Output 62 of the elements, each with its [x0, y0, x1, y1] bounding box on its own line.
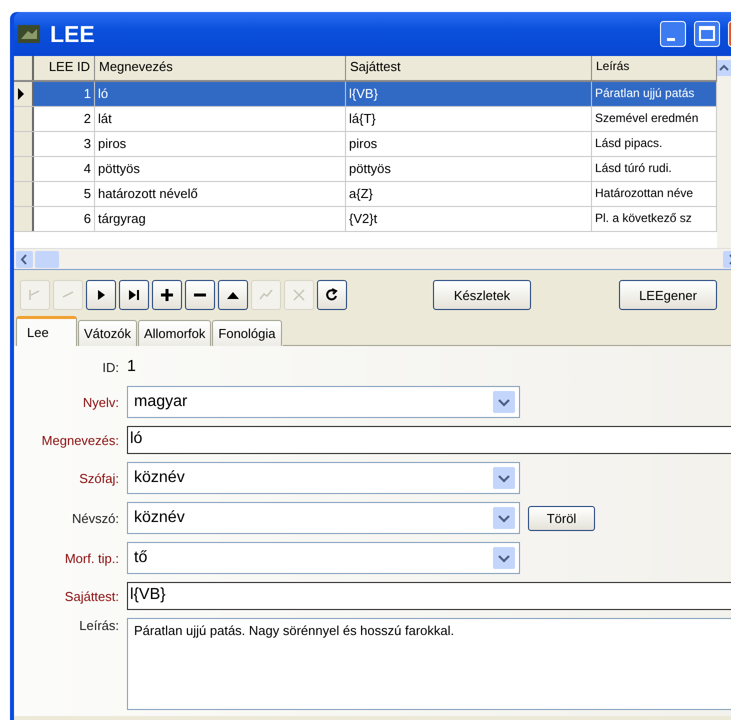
- minimize-icon[interactable]: [660, 21, 686, 47]
- table-cell: lát: [95, 107, 346, 131]
- field-label: Szófaj:: [78, 470, 119, 486]
- window-title: LEE: [50, 20, 95, 48]
- table-cell: piros: [346, 132, 592, 156]
- row-selector[interactable]: [14, 82, 34, 106]
- table-cell: lá{T}: [346, 107, 592, 131]
- dropdown-field[interactable]: köznév: [127, 462, 520, 494]
- table-cell: 6: [34, 207, 95, 231]
- dropdown-field[interactable]: tő: [127, 542, 520, 574]
- keszletek-button[interactable]: Készletek: [433, 280, 531, 310]
- field-label: Névszó:: [71, 510, 119, 526]
- scroll-up-icon[interactable]: [717, 60, 731, 76]
- app-icon: [18, 25, 40, 43]
- table-cell: pöttyös: [346, 157, 592, 181]
- table-cell: {V2}t: [346, 207, 592, 231]
- dropdown-field[interactable]: magyar: [127, 386, 520, 418]
- text-area[interactable]: Páratlan ujjú patás. Nagy sörénnyel és hosszú farokkal.: [127, 618, 731, 710]
- scroll-thumb[interactable]: [35, 250, 59, 268]
- plus-icon: [160, 288, 174, 302]
- dropdown-field[interactable]: köznév: [127, 502, 520, 534]
- tab[interactable]: Vátozók: [78, 320, 137, 346]
- table-cell: piros: [95, 132, 346, 156]
- next-button[interactable]: [86, 280, 116, 310]
- table-cell: 2: [34, 107, 95, 131]
- tab[interactable]: Lee: [16, 316, 77, 346]
- field-label: Megnevezés:: [40, 432, 119, 448]
- cross-icon: [292, 288, 306, 302]
- table-cell: tárgyrag: [95, 207, 346, 231]
- maximize-icon[interactable]: [694, 21, 720, 47]
- skip-end-icon: [127, 288, 141, 302]
- field-label: Leírás:: [78, 618, 119, 633]
- table-cell: 3: [34, 132, 95, 156]
- table-cell: l{VB}: [346, 82, 592, 106]
- table-cell: ló: [95, 82, 346, 106]
- table-cell: a{Z}: [346, 182, 592, 206]
- text-field[interactable]: l{VB}: [127, 582, 731, 610]
- remove-button[interactable]: [185, 280, 215, 310]
- table-cell: 1: [34, 82, 95, 106]
- text-field[interactable]: ló: [127, 426, 731, 454]
- row-pointer-icon: [18, 88, 24, 100]
- tab[interactable]: Allomorfok: [138, 320, 212, 346]
- id-value: 1: [127, 358, 136, 376]
- last-button[interactable]: [119, 280, 149, 310]
- field-label: Morf. tip.:: [64, 550, 119, 566]
- horizontal-scrollbar[interactable]: [14, 248, 731, 270]
- refresh-button[interactable]: [317, 280, 347, 310]
- field-label: Nyelv:: [82, 394, 119, 410]
- delete-button[interactable]: Töröl: [528, 506, 595, 530]
- scroll-left-icon[interactable]: [16, 250, 33, 268]
- table-cell: 5: [34, 182, 95, 206]
- table-cell: határozott névelő: [95, 182, 346, 206]
- tab[interactable]: Fonológia: [212, 320, 282, 346]
- table-cell: 4: [34, 157, 95, 181]
- table-cell: pöttyös: [95, 157, 346, 181]
- first-record-icon: [28, 288, 42, 302]
- field-label: Sajáttest:: [64, 588, 119, 604]
- leegener-button[interactable]: LEEgener: [619, 280, 717, 310]
- field-label: ID:: [101, 360, 119, 374]
- up-button[interactable]: [218, 280, 248, 310]
- refresh-icon: [325, 288, 339, 302]
- add-button[interactable]: [152, 280, 182, 310]
